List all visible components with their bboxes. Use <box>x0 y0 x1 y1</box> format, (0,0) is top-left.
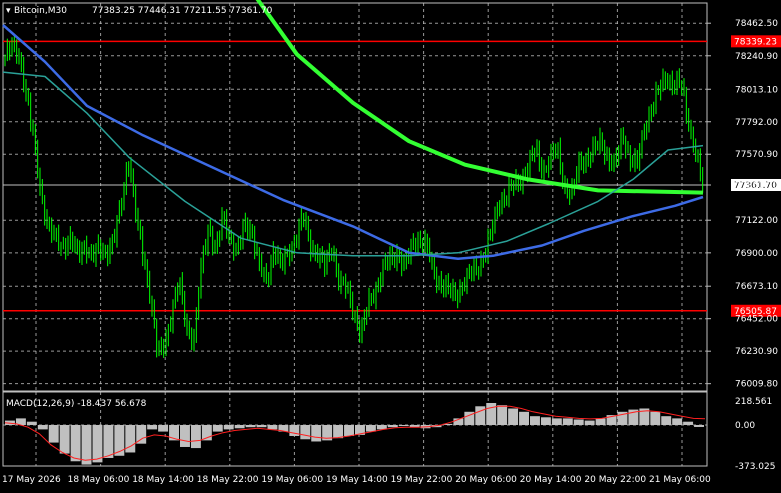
y-tick-label: 77792.00 <box>735 118 778 128</box>
macd-bar <box>519 411 529 425</box>
macd-bar <box>573 419 584 425</box>
x-tick-label: 20 May 22:00 <box>584 475 646 485</box>
macd-y-tick-label: 0.00 <box>735 421 755 431</box>
macd-bar <box>595 418 606 425</box>
macd-bar <box>48 424 59 443</box>
y-tick-label: 76673.10 <box>735 282 778 292</box>
y-tick-label: 76009.80 <box>735 380 778 390</box>
macd-bar <box>256 424 267 428</box>
x-tick-label: 18 May 14:00 <box>132 475 194 485</box>
symbol-icon: ▾ <box>6 6 11 16</box>
macd-bar <box>190 424 201 449</box>
y-tick-label: 78240.90 <box>735 52 778 62</box>
macd-bar <box>26 421 37 425</box>
macd-bar <box>661 416 672 425</box>
macd-bar <box>398 424 409 427</box>
x-tick-label: 21 May 06:00 <box>649 475 711 485</box>
macd-bar <box>497 405 508 425</box>
x-tick-label: 17 May 2026 <box>2 475 61 485</box>
x-tick-label: 19 May 22:00 <box>391 475 453 485</box>
x-tick-label: 18 May 06:00 <box>68 475 130 485</box>
x-tick-label: 19 May 14:00 <box>326 475 388 485</box>
macd-bar <box>37 424 48 430</box>
macd-bar <box>540 417 551 425</box>
macd-bar <box>530 416 540 425</box>
macd-bar <box>180 424 190 447</box>
macd-label: MACD(12,26,9) -18.437 56.678 <box>6 399 147 409</box>
macd-bar <box>234 424 245 429</box>
macd-bar <box>300 424 311 440</box>
y-tick-label: 78013.10 <box>735 85 778 95</box>
macd-bar <box>387 424 398 428</box>
macd-bar <box>81 424 92 465</box>
macd-bar <box>475 406 486 425</box>
trading-chart[interactable]: 78339.23 76505.87 77361.70 17 May 2026 18 M… <box>0 0 781 489</box>
x-tick-label: 18 May 22:00 <box>197 475 259 485</box>
y-tick-label: 76900.00 <box>735 249 778 259</box>
macd-bar <box>584 420 595 425</box>
y-tick-label: 76230.90 <box>735 347 778 357</box>
macd-bar <box>223 424 234 430</box>
x-tick-label: 20 May 06:00 <box>455 475 517 485</box>
macd-bar <box>672 418 683 425</box>
x-tick-label: 20 May 14:00 <box>520 475 582 485</box>
macd-bar <box>683 421 694 425</box>
y-tick-label: 77122.00 <box>735 216 778 226</box>
macd-bar <box>650 411 661 425</box>
y-tick-label: 77570.90 <box>735 150 778 160</box>
macd-bar <box>562 418 573 425</box>
macd-bar <box>70 424 81 462</box>
macd-bar <box>59 424 70 454</box>
macd-bar <box>486 402 497 425</box>
macd-bar <box>311 424 322 442</box>
macd-y-tick-label: -373.025 <box>735 462 775 472</box>
macd-bar <box>136 424 147 444</box>
macd-bar <box>344 424 354 436</box>
macd-bar <box>333 424 344 439</box>
chart-title: Bitcoin,M30 <box>14 6 67 16</box>
macd-bar <box>267 424 278 430</box>
macd-bar <box>212 424 223 432</box>
y-tick-label: 76452.00 <box>735 315 778 325</box>
price-level-label: 78339.23 <box>734 37 777 47</box>
macd-y-tick-label: 218.561 <box>735 397 772 407</box>
macd-bar <box>508 408 519 425</box>
macd-bar <box>92 424 103 463</box>
macd-bar <box>147 424 158 430</box>
macd-bar <box>365 424 376 432</box>
chart-canvas: 78339.2376505.8777361.70 17 May 2026 18 M… <box>0 0 781 489</box>
macd-bar <box>103 424 114 458</box>
ohlc-readout: 77383.25 77446.31 77211.55 77361.70 <box>92 6 273 16</box>
y-tick-label: 77361.70 <box>735 181 778 191</box>
macd-bar <box>551 418 562 425</box>
macd-bar <box>245 424 256 428</box>
y-tick-label: 78462.50 <box>735 19 778 29</box>
macd-bar <box>158 424 169 432</box>
macd-bar <box>694 424 704 427</box>
x-tick-label: 19 May 06:00 <box>261 475 323 485</box>
